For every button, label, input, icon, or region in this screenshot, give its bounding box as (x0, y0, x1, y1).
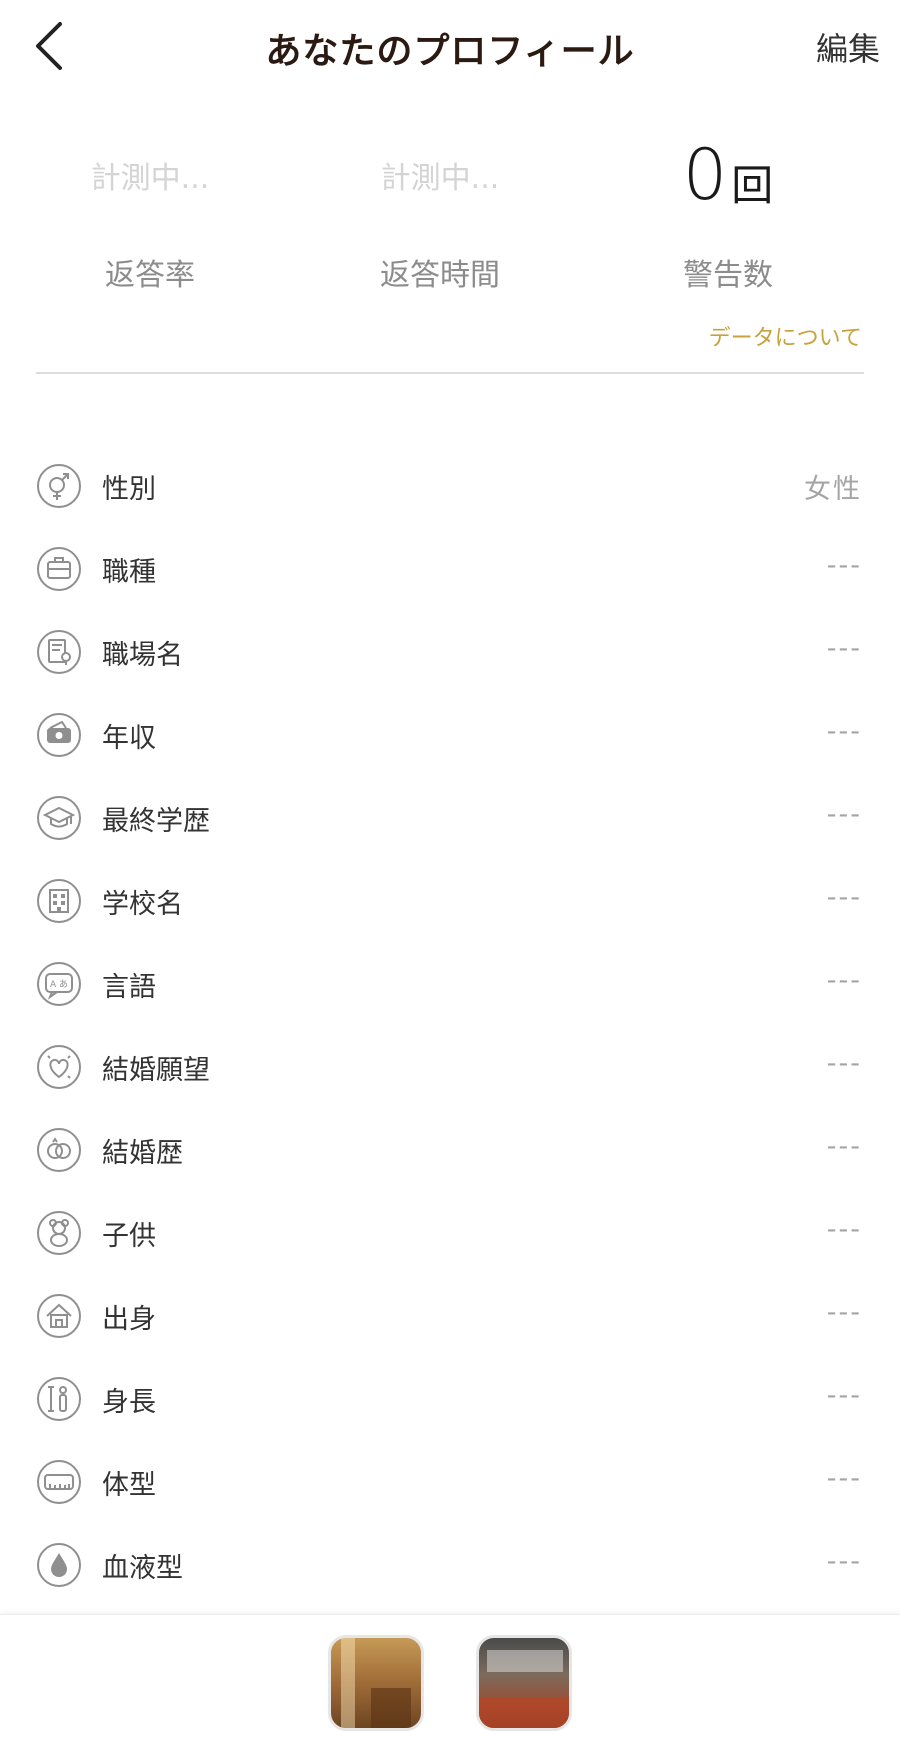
profile-row-children[interactable]: 子供 --- (0, 1192, 900, 1275)
profile-row-label: 子供 (102, 1221, 156, 1252)
heart-icon (36, 1044, 82, 1090)
profile-row-value: --- (826, 882, 862, 913)
gender-icon (36, 463, 82, 509)
photo-thumbnail-dining-hall[interactable] (476, 1635, 572, 1731)
profile-row-label: 身長 (102, 1387, 156, 1418)
profile-row-body-type[interactable]: 体型 --- (0, 1441, 900, 1524)
profile-row-occupation[interactable]: 職種 --- (0, 528, 900, 611)
bottom-photo-bar (0, 1614, 900, 1761)
profile-row-height[interactable]: 身長 --- (0, 1358, 900, 1441)
warning-count-number: 0 (682, 134, 728, 216)
profile-row-value: --- (826, 1131, 862, 1162)
blood-drop-icon (36, 1542, 82, 1588)
profile-row-gender[interactable]: 性別 女性 (0, 445, 900, 528)
profile-row-value: --- (826, 799, 862, 830)
profile-row-label: 職種 (102, 557, 156, 588)
stat-response-rate: 計測中... 返答率 (0, 120, 300, 294)
rings-icon (36, 1127, 82, 1173)
house-icon (36, 1293, 82, 1339)
response-time-value: 計測中... (380, 161, 500, 196)
warning-count-unit: 回 (731, 160, 774, 210)
profile-row-value: --- (826, 965, 862, 996)
page-title: あなたのプロフィール (265, 31, 635, 72)
response-time-label: 返答時間 (380, 258, 500, 293)
profile-row-value: --- (826, 1048, 862, 1079)
profile-row-language[interactable]: Aあ 言語 --- (0, 943, 900, 1026)
profile-row-education[interactable]: 最終学歴 --- (0, 777, 900, 860)
profile-row-value: --- (826, 1546, 862, 1577)
profile-row-label: 出身 (102, 1304, 156, 1335)
response-rate-label: 返答率 (105, 258, 195, 293)
photo-thumbnail-restaurant-interior[interactable] (328, 1635, 424, 1731)
profile-row-label: 結婚願望 (102, 1055, 210, 1086)
stat-warning-count: 0 回 警告数 (578, 120, 878, 294)
profile-row-label: 職場名 (102, 640, 183, 671)
response-rate-value: 計測中... (90, 161, 210, 196)
stats-section: 計測中... 返答率 計測中... 返答時間 0 回 警告数 (0, 120, 900, 300)
warning-count-label: 警告数 (683, 258, 773, 293)
profile-row-value: --- (826, 1297, 862, 1328)
svg-text:あ: あ (59, 979, 68, 990)
profile-row-value: --- (826, 716, 862, 747)
profile-row-label: 年収 (102, 723, 156, 754)
profile-row-value: --- (826, 1380, 862, 1411)
profile-row-school[interactable]: 学校名 --- (0, 860, 900, 943)
profile-row-value: --- (826, 1214, 862, 1245)
profile-row-label: 体型 (102, 1470, 156, 1501)
profile-row-label: 血液型 (102, 1553, 183, 1584)
profile-row-label: 学校名 (102, 889, 183, 920)
profile-list: 性別 女性 職種 --- 職場名 --- 年収 --- 最終学歴 --- 学校名 (0, 445, 900, 1607)
language-icon: Aあ (36, 961, 82, 1007)
stat-response-time: 計測中... 返答時間 (290, 120, 590, 294)
about-data-link[interactable]: データについて (709, 320, 862, 352)
graduation-cap-icon (36, 795, 82, 841)
profile-row-label: 言語 (102, 972, 156, 1003)
svg-text:A: A (50, 980, 57, 990)
profile-row-marriage-desire[interactable]: 結婚願望 --- (0, 1026, 900, 1109)
height-icon (36, 1376, 82, 1422)
profile-row-workplace[interactable]: 職場名 --- (0, 611, 900, 694)
divider (36, 372, 864, 374)
profile-row-blood-type[interactable]: 血液型 --- (0, 1524, 900, 1607)
profile-row-label: 性別 (102, 474, 156, 505)
briefcase-icon (36, 546, 82, 592)
wallet-icon (36, 712, 82, 758)
profile-row-hometown[interactable]: 出身 --- (0, 1275, 900, 1358)
edit-button[interactable]: 編集 (816, 24, 880, 70)
school-building-icon (36, 878, 82, 924)
profile-row-value: --- (826, 633, 862, 664)
profile-row-income[interactable]: 年収 --- (0, 694, 900, 777)
profile-row-marriage-history[interactable]: 結婚歴 --- (0, 1109, 900, 1192)
workplace-icon (36, 629, 82, 675)
profile-row-value: 女性 (804, 474, 862, 505)
teddy-bear-icon (36, 1210, 82, 1256)
warning-count-value: 0 回 (578, 120, 878, 230)
profile-row-value: --- (826, 550, 862, 581)
top-bar: あなたのプロフィール 編集 (0, 0, 900, 100)
tape-measure-icon (36, 1459, 82, 1505)
profile-row-value: --- (826, 1463, 862, 1494)
profile-row-label: 最終学歴 (102, 806, 210, 837)
profile-row-label: 結婚歴 (102, 1138, 183, 1169)
